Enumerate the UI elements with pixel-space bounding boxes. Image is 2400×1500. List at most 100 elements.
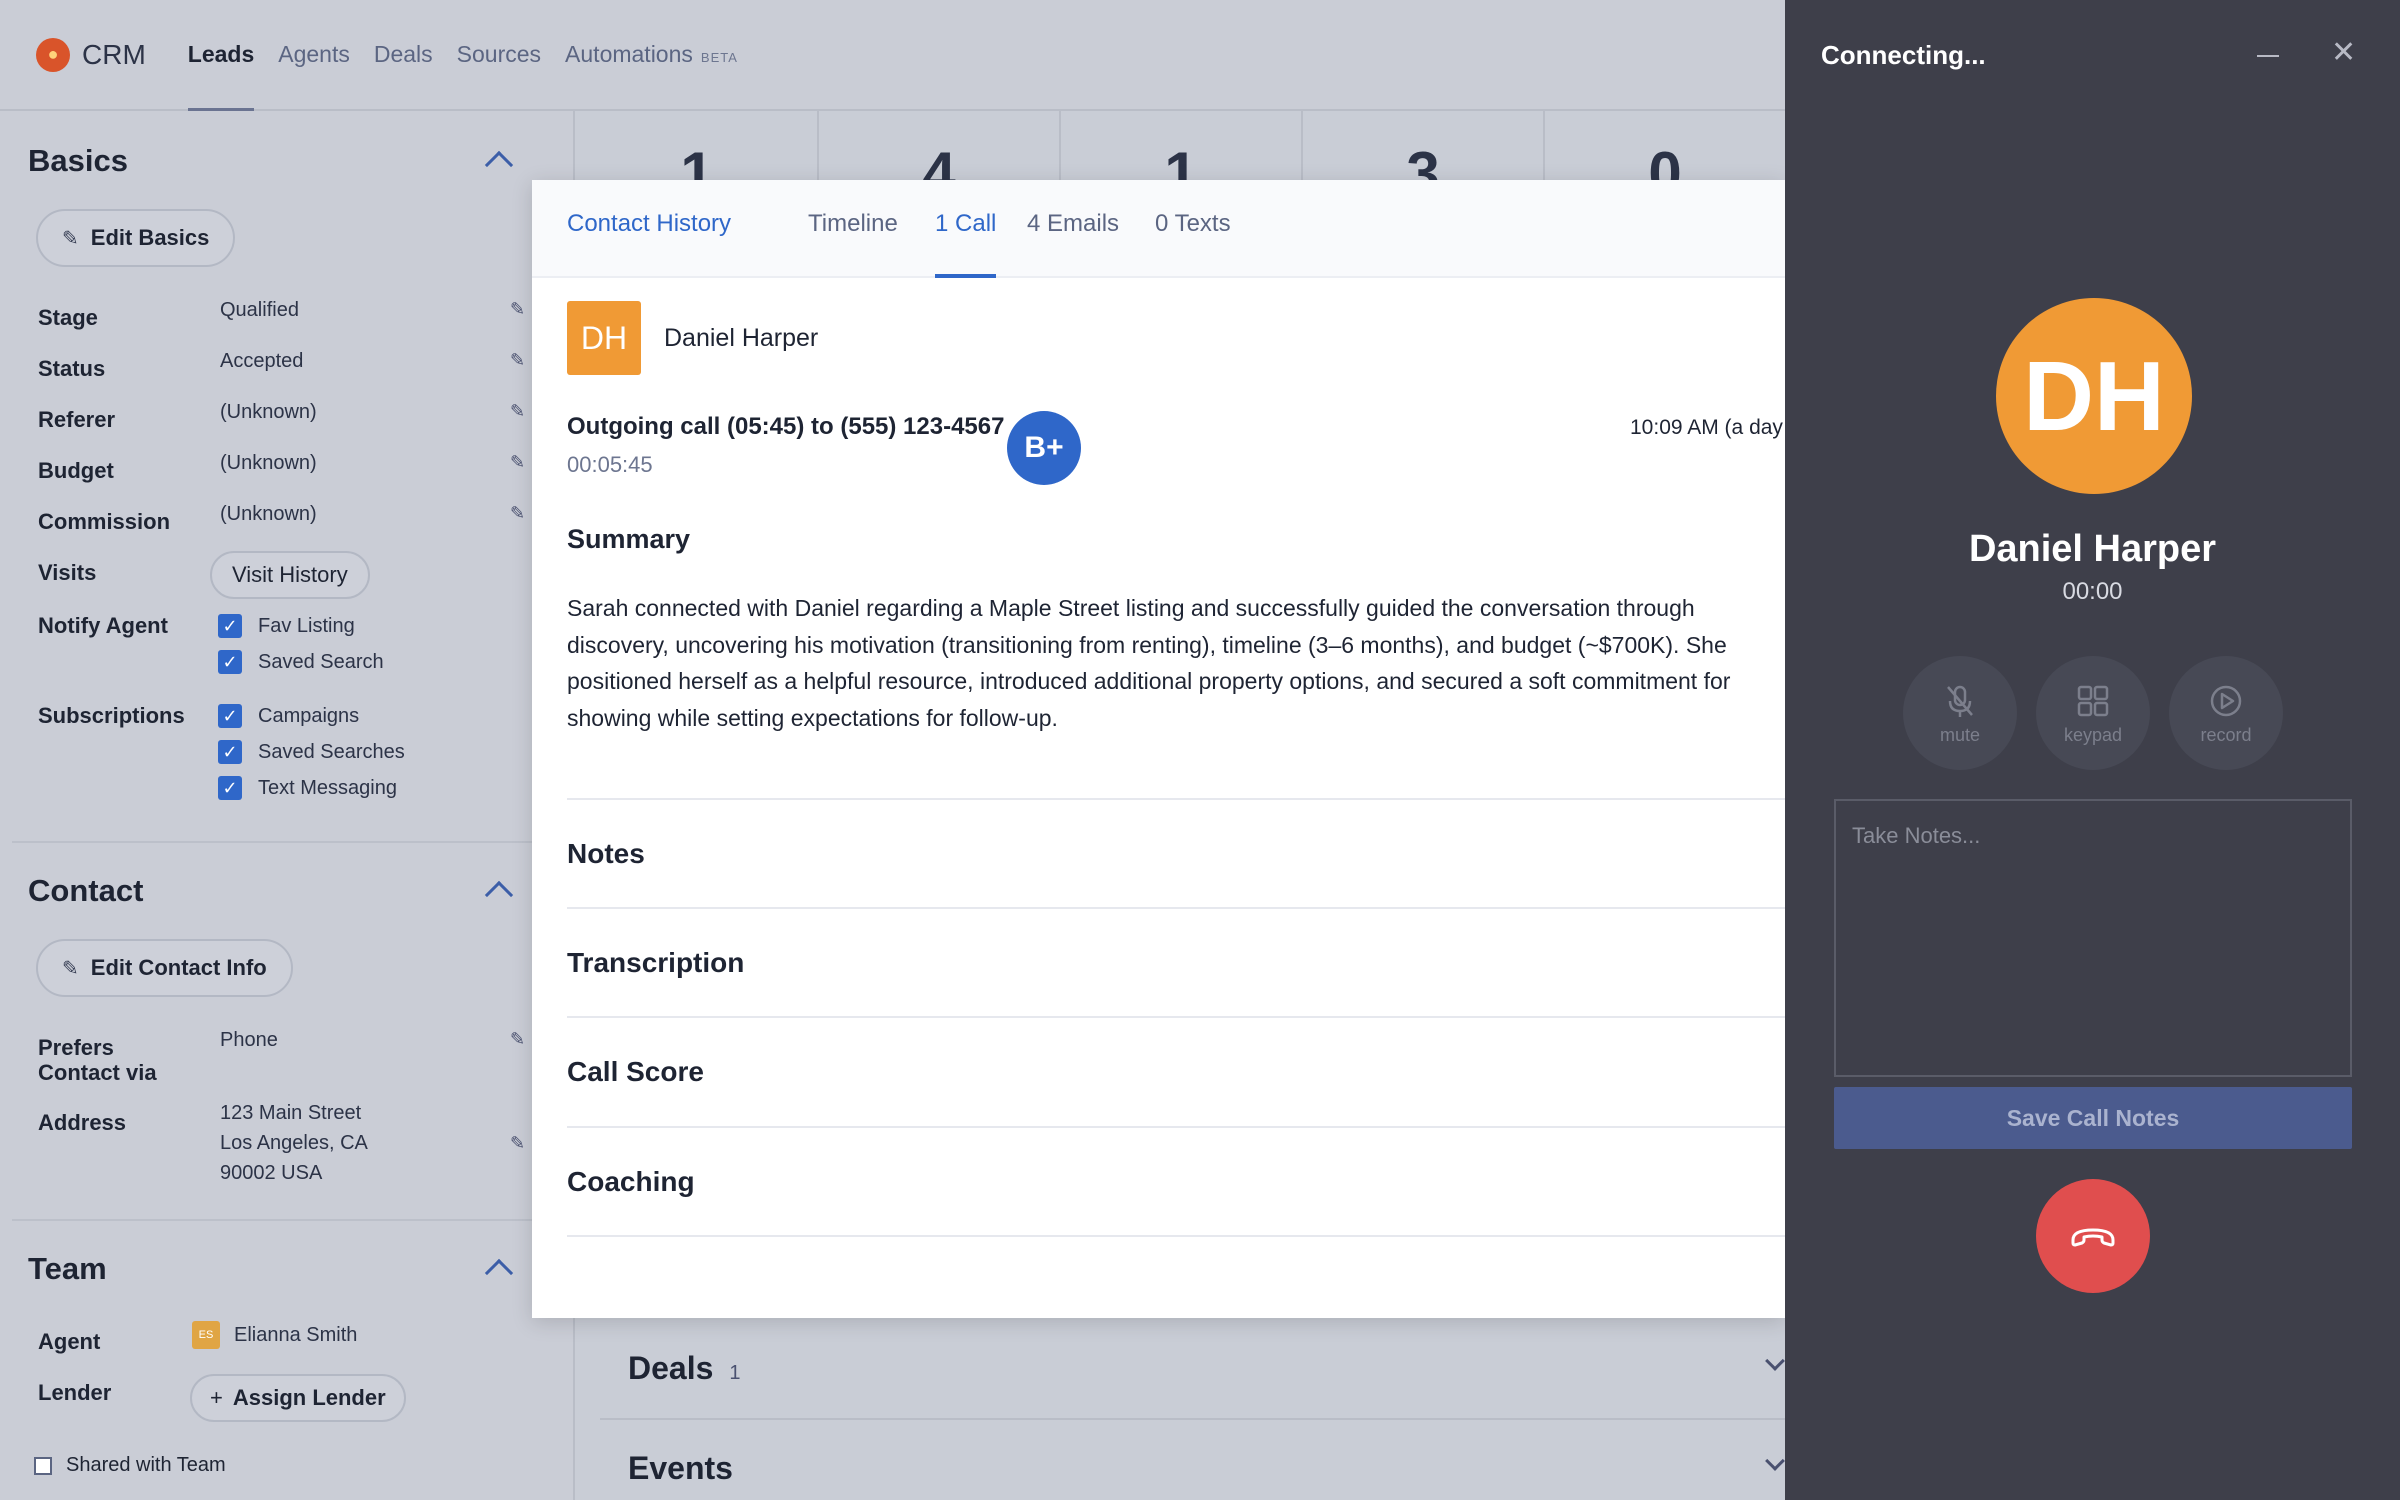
check-icon: ✓ bbox=[218, 650, 242, 674]
record-icon bbox=[2210, 685, 2242, 716]
hang-up-button[interactable] bbox=[2036, 1179, 2150, 1293]
address-line-1: 123 Main Street bbox=[220, 1102, 362, 1124]
nav-leads[interactable]: Leads bbox=[187, 0, 255, 112]
shared-with-team-checkbox[interactable]: Shared with Team bbox=[34, 1454, 226, 1477]
call-notes-input[interactable]: Take Notes... bbox=[1834, 799, 2352, 1077]
beta-badge: BETA bbox=[700, 50, 738, 65]
notes-section[interactable]: Notes bbox=[567, 798, 1785, 906]
address-label: Address bbox=[38, 1110, 127, 1135]
stat-value[interactable]: 1 bbox=[1061, 111, 1303, 181]
campaigns-label: Campaigns bbox=[258, 704, 360, 727]
logo-icon[interactable]: ● bbox=[36, 37, 70, 72]
lender-label: Lender bbox=[38, 1380, 112, 1405]
keypad-icon bbox=[2077, 685, 2109, 716]
edit-contact-info-button[interactable]: ✎ Edit Contact Info bbox=[36, 939, 293, 997]
nav-agents[interactable]: Agents bbox=[278, 0, 350, 110]
edit-budget-icon[interactable]: ✎ bbox=[510, 452, 525, 473]
team-title: Team bbox=[28, 1251, 107, 1286]
call-grade-badge[interactable]: B+ bbox=[1007, 411, 1081, 485]
call-duration: 00:05:45 bbox=[567, 452, 653, 477]
campaigns-checkbox[interactable]: ✓ Campaigns bbox=[218, 704, 359, 728]
saved-search-checkbox[interactable]: ✓ Saved Search bbox=[218, 650, 384, 674]
contact-name[interactable]: Daniel Harper bbox=[664, 324, 818, 353]
assign-lender-label: Assign Lender bbox=[232, 1385, 386, 1410]
contact-title: Contact bbox=[28, 873, 144, 908]
divider bbox=[12, 841, 532, 843]
edit-status-icon[interactable]: ✎ bbox=[510, 350, 525, 371]
call-score-section[interactable]: Call Score bbox=[567, 1016, 1785, 1124]
stat-value[interactable]: 1 bbox=[577, 111, 819, 181]
nav-automations[interactable]: Automations BETA bbox=[565, 0, 738, 110]
plus-icon: + bbox=[210, 1385, 223, 1410]
saved-search-label: Saved Search bbox=[258, 650, 384, 673]
record-label: record bbox=[2200, 724, 2252, 745]
stage-label: Stage bbox=[38, 305, 98, 330]
referer-value: (Unknown) bbox=[220, 401, 317, 423]
call-panel: Connecting... ✕ DH Daniel Harper 00:00 m… bbox=[1785, 0, 2400, 1500]
edit-stage-icon[interactable]: ✎ bbox=[510, 299, 525, 320]
address-line-2: Los Angeles, CA bbox=[220, 1132, 368, 1154]
chevron-down-icon bbox=[1765, 1451, 1785, 1471]
assign-lender-button[interactable]: + Assign Lender bbox=[190, 1374, 406, 1422]
keypad-label: keypad bbox=[2063, 724, 2123, 745]
fav-listing-checkbox[interactable]: ✓ Fav Listing bbox=[218, 614, 355, 638]
basics-collapse-icon[interactable] bbox=[484, 150, 514, 180]
tab-timeline[interactable]: Timeline bbox=[808, 210, 898, 278]
agent-name: Elianna Smith bbox=[234, 1324, 358, 1346]
tab-contact-history[interactable]: Contact History bbox=[567, 210, 731, 278]
status-value: Accepted bbox=[220, 350, 304, 372]
nav-sources[interactable]: Sources bbox=[457, 0, 541, 110]
saved-searches-checkbox[interactable]: ✓ Saved Searches bbox=[218, 740, 405, 764]
summary-text: Sarah connected with Daniel regarding a … bbox=[567, 595, 1731, 731]
minimize-icon[interactable] bbox=[2257, 55, 2279, 57]
team-collapse-icon[interactable] bbox=[484, 1258, 514, 1288]
keypad-button[interactable]: keypad bbox=[2036, 656, 2150, 770]
contact-collapse-icon[interactable] bbox=[484, 880, 514, 910]
nav-deals[interactable]: Deals bbox=[374, 0, 433, 110]
tab-texts[interactable]: 0 Texts bbox=[1155, 210, 1231, 278]
deals-title: Deals 1 bbox=[628, 1350, 741, 1387]
tab-emails[interactable]: 4 Emails bbox=[1027, 210, 1119, 278]
edit-commission-icon[interactable]: ✎ bbox=[510, 503, 525, 524]
edit-prefers-icon[interactable]: ✎ bbox=[510, 1029, 525, 1050]
referer-label: Referer bbox=[38, 407, 116, 432]
call-score-title: Call Score bbox=[567, 1056, 704, 1087]
stat-value[interactable]: 0 bbox=[1545, 111, 1787, 181]
close-icon[interactable]: ✕ bbox=[2331, 38, 2356, 68]
stat-value[interactable]: 4 bbox=[819, 111, 1061, 181]
call-status-title: Connecting... bbox=[1821, 40, 1986, 70]
call-timer: 00:00 bbox=[2062, 578, 2123, 605]
edit-basics-label: Edit Basics bbox=[90, 225, 210, 250]
mute-button[interactable]: mute bbox=[1903, 656, 2017, 770]
save-call-notes-button[interactable]: Save Call Notes bbox=[1834, 1087, 2352, 1149]
record-button[interactable]: record bbox=[2169, 656, 2283, 770]
transcription-section[interactable]: Transcription bbox=[567, 907, 1785, 1015]
coaching-section[interactable]: Coaching bbox=[567, 1126, 1785, 1234]
stat-value[interactable]: 3 bbox=[1303, 111, 1545, 181]
lead-details-panel: Basics ✎ Edit Basics Stage Qualified ✎ S… bbox=[0, 111, 575, 1500]
text-messaging-checkbox[interactable]: ✓ Text Messaging bbox=[218, 776, 397, 800]
stats-row: 1 4 1 3 0 bbox=[577, 111, 1787, 181]
caller-name: Daniel Harper bbox=[1968, 528, 2217, 570]
edit-referer-icon[interactable]: ✎ bbox=[510, 401, 525, 422]
deals-row[interactable]: Deals 1 bbox=[600, 1320, 1785, 1420]
events-row[interactable]: Events bbox=[600, 1420, 1785, 1500]
visit-history-button[interactable]: Visit History bbox=[210, 551, 370, 599]
agent-value[interactable]: ES Elianna Smith bbox=[192, 1320, 357, 1350]
text-messaging-label: Text Messaging bbox=[258, 776, 397, 799]
edit-address-icon[interactable]: ✎ bbox=[510, 1133, 525, 1154]
budget-value: (Unknown) bbox=[220, 452, 317, 474]
edit-contact-info-label: Edit Contact Info bbox=[90, 955, 267, 980]
caller-avatar: DH bbox=[1996, 298, 2192, 494]
contact-avatar: DH bbox=[567, 301, 641, 375]
call-timestamp: 10:09 AM (a day bbox=[1630, 416, 1783, 439]
notes-title: Notes bbox=[567, 838, 645, 869]
tab-calls[interactable]: 1 Call bbox=[935, 210, 997, 278]
prefers-label-line-1: Prefers bbox=[38, 1035, 114, 1060]
check-icon: ✓ bbox=[218, 704, 242, 728]
edit-basics-button[interactable]: ✎ Edit Basics bbox=[36, 209, 236, 267]
fav-listing-label: Fav Listing bbox=[258, 614, 355, 637]
brand-name[interactable]: CRM bbox=[82, 39, 146, 71]
basics-title: Basics bbox=[28, 143, 128, 178]
agent-label: Agent bbox=[38, 1329, 101, 1354]
